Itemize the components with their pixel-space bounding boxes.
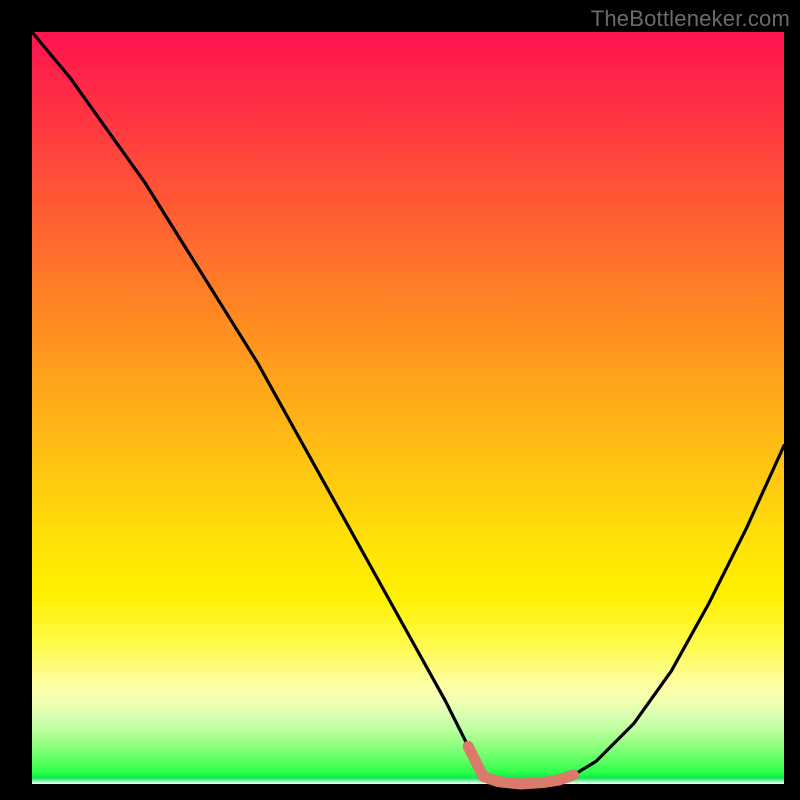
highlight-segment [468,746,573,784]
watermark-text: TheBottleneker.com [591,6,790,32]
plot-area [32,32,784,784]
chart-frame: TheBottleneker.com [0,0,800,800]
bottleneck-curve [32,32,784,784]
curve-layer [32,32,784,784]
